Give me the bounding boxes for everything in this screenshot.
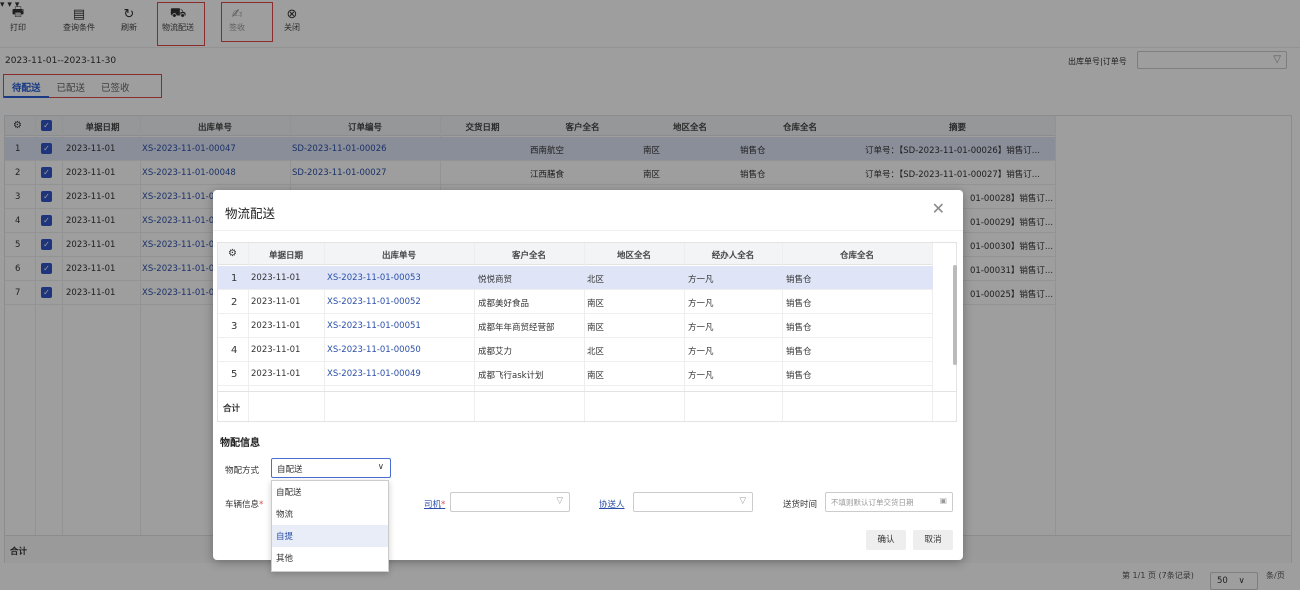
- deliverer-input[interactable]: ▽: [633, 492, 753, 512]
- dialog-table-footer: 合计: [218, 391, 956, 421]
- dialog-table: ⚙ 单据日期 出库单号 客户全名 地区全名 经办人全名 仓库全名 1 2023-1…: [217, 242, 957, 422]
- confirm-button[interactable]: 确认: [866, 530, 906, 550]
- method-label: 物配方式: [225, 466, 260, 476]
- option-logistics[interactable]: 物流: [272, 503, 388, 525]
- option-other[interactable]: 其他: [272, 547, 388, 569]
- dialog-title: 物流配送: [225, 206, 276, 221]
- section-title: 物配信息: [220, 438, 260, 449]
- dialog-row[interactable]: 5 2023-11-01 XS-2023-11-01-00049 成都飞行ask计划南…: [218, 362, 933, 386]
- vehicle-label: 车辆信息*: [225, 500, 264, 510]
- chevron-down-icon: ∨: [377, 462, 384, 472]
- deliverer-label[interactable]: 协送人: [599, 498, 625, 510]
- dialog-table-header: ⚙ 单据日期 出库单号 客户全名 地区全名 经办人全名 仓库全名: [218, 243, 933, 265]
- option-self-delivery[interactable]: 自配送: [272, 481, 388, 503]
- settings-icon[interactable]: ⚙: [228, 248, 237, 259]
- method-dropdown: 自配送 物流 自提 其他: [271, 480, 389, 572]
- delivery-time-input[interactable]: 不填则默认订单交货日期 ▣: [825, 492, 953, 512]
- driver-label[interactable]: 司机*: [424, 498, 445, 510]
- logistics-dialog: 物流配送 ✕ ⚙ 单据日期 出库单号 客户全名 地区全名 经办人全名 仓库全名 …: [213, 190, 963, 572]
- dialog-row[interactable]: 1 2023-11-01 XS-2023-11-01-00053 悦悦商贸 北区 方一凡销…: [218, 266, 933, 290]
- close-icon[interactable]: ✕: [932, 199, 945, 218]
- dialog-scrollbar[interactable]: [953, 265, 957, 365]
- driver-input[interactable]: ▽: [450, 492, 570, 512]
- method-select[interactable]: 自配送 ∨: [271, 458, 391, 478]
- dialog-row[interactable]: 4 2023-11-01 XS-2023-11-01-00050 成都艾力 北区 方一凡销…: [218, 338, 933, 362]
- dialog-row[interactable]: 3 2023-11-01 XS-2023-11-01-00051 成都年年商贸经营部南…: [218, 314, 933, 338]
- calendar-icon: ▣: [939, 496, 947, 505]
- time-label: 送货时间: [783, 500, 818, 510]
- filter-icon: ▽: [739, 496, 746, 506]
- dialog-row[interactable]: 2 2023-11-01 XS-2023-11-01-00052 成都美好食品 南区 方一…: [218, 290, 933, 314]
- cancel-button[interactable]: 取消: [913, 530, 953, 550]
- option-pickup[interactable]: 自提: [272, 525, 388, 547]
- filter-icon: ▽: [556, 496, 563, 506]
